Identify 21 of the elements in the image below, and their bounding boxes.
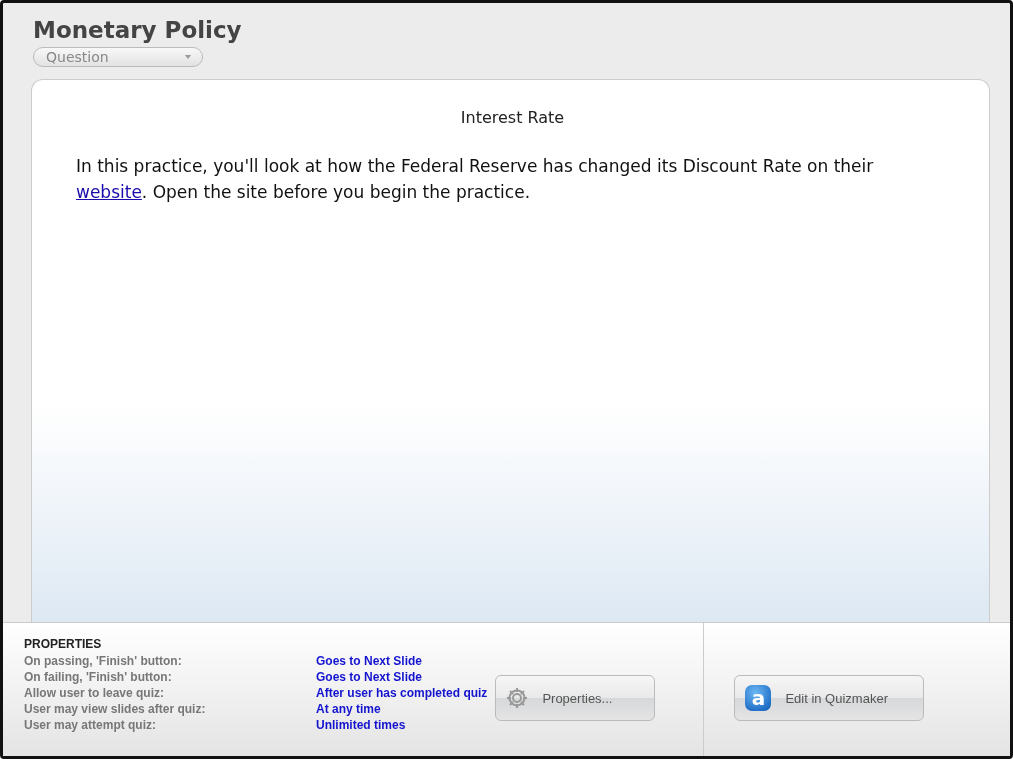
caret-icon	[184, 54, 192, 60]
gear-icon	[506, 687, 529, 709]
property-label: On passing, 'Finish' button:	[24, 653, 183, 669]
website-link[interactable]: website	[76, 182, 142, 202]
properties-heading: PROPERTIES	[24, 637, 103, 651]
slide-type-dropdown[interactable]: Question	[33, 47, 203, 67]
slide-title: Monetary Policy	[33, 17, 243, 43]
property-value: Goes to Next Slide	[316, 669, 424, 685]
property-value: Goes to Next Slide	[316, 653, 424, 669]
app-logo-icon: a	[745, 685, 772, 711]
property-label: User may attempt quiz:	[24, 717, 158, 733]
property-value: After user has completed quiz	[316, 685, 488, 701]
slide-paragraph: In this practice, you'll look at how the Federal Reserve has changed its Discount Rate on their website. Open the site before you begin the practice.	[76, 155, 875, 204]
property-value: At any time	[316, 701, 382, 717]
property-label: User may view slides after quiz:	[24, 701, 207, 717]
property-value: Unlimited times	[316, 717, 407, 733]
property-label: Allow user to leave quiz:	[24, 685, 166, 701]
property-label: On failing, 'Finish' button:	[24, 669, 173, 685]
properties-button[interactable]: Properties...	[495, 675, 656, 721]
edit-in-quizmaker-button[interactable]: a Edit in Quizmaker	[734, 675, 925, 721]
slide-heading: Interest Rate	[460, 108, 565, 127]
